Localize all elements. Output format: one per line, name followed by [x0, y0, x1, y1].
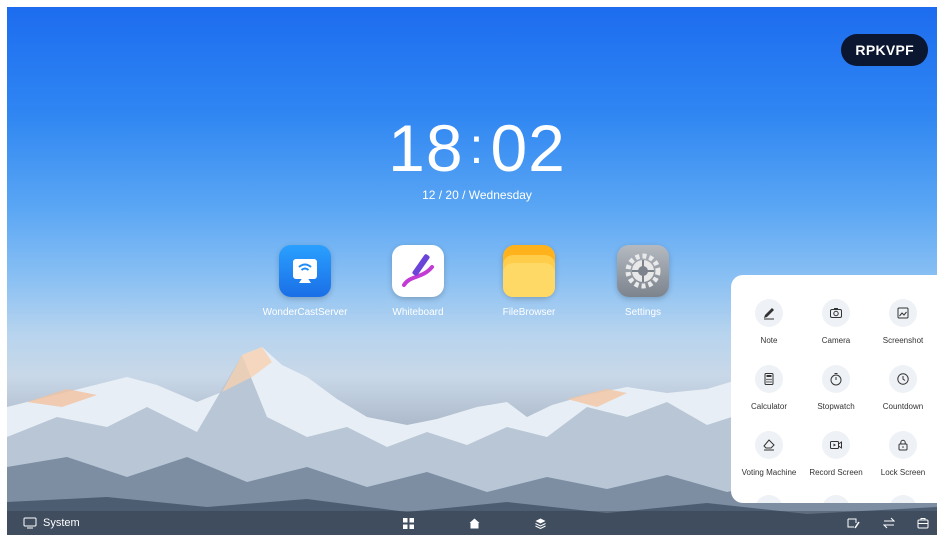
gear-icon — [617, 245, 669, 297]
stopwatch-icon — [822, 365, 850, 393]
tool-camera[interactable]: Camera — [802, 299, 870, 345]
tool-label: Record Screen — [809, 468, 863, 477]
tool-stopwatch[interactable]: Stopwatch — [802, 365, 870, 411]
tool-label: Voting Machine — [741, 468, 797, 477]
camera-icon — [822, 299, 850, 327]
tool-more-1[interactable] — [735, 495, 803, 503]
tool-more-3[interactable] — [869, 495, 937, 503]
tool-screenshot[interactable]: Screenshot — [869, 299, 937, 345]
app-settings[interactable]: Settings — [588, 245, 698, 318]
tool-label: Calculator — [750, 402, 787, 411]
app-label: Whiteboard — [392, 307, 444, 318]
tool-label: Screenshot — [882, 336, 924, 345]
app-label: Settings — [624, 307, 662, 318]
clock-hours: 18 — [388, 111, 464, 185]
home-icon[interactable] — [469, 511, 480, 535]
tool-label: Countdown — [882, 402, 924, 411]
app-filebrowser[interactable]: FileBrowser — [474, 245, 584, 318]
tool-record-screen[interactable]: Record Screen — [802, 431, 870, 477]
switch-icon[interactable] — [883, 511, 895, 535]
cast-icon — [279, 245, 331, 297]
pen-icon — [755, 299, 783, 327]
system-label: System — [43, 517, 80, 529]
screenshot-icon — [889, 299, 917, 327]
tool-note[interactable]: Note — [735, 299, 803, 345]
clock: 18:02 — [377, 115, 577, 181]
pen-icon — [392, 245, 444, 297]
tool-voting-machine[interactable]: Voting Machine — [735, 431, 803, 477]
apps-grid-icon[interactable] — [403, 511, 414, 535]
monitor-icon — [23, 517, 37, 529]
tool-icon — [822, 495, 850, 503]
toolbox-icon[interactable] — [917, 511, 929, 535]
app-wondercastserver[interactable]: WonderCastServer — [250, 245, 360, 318]
tool-icon — [889, 495, 917, 503]
lock-icon — [889, 431, 917, 459]
tool-calculator[interactable]: Calculator — [735, 365, 803, 411]
calculator-icon — [755, 365, 783, 393]
eraser-icon — [755, 431, 783, 459]
clock-minutes: 02 — [490, 111, 566, 185]
device-code-badge: RPKVPF — [841, 34, 928, 66]
folder-icon — [503, 245, 555, 297]
countdown-icon — [889, 365, 917, 393]
tools-panel: Note Camera Screenshot Calculator Stopwa… — [731, 275, 937, 503]
tool-more-2[interactable] — [802, 495, 870, 503]
annotate-icon[interactable] — [847, 511, 860, 535]
app-whiteboard[interactable]: Whiteboard — [363, 245, 473, 318]
record-icon — [822, 431, 850, 459]
tool-countdown[interactable]: Countdown — [869, 365, 937, 411]
app-label: WonderCastServer — [262, 307, 348, 318]
tool-label: Camera — [821, 336, 851, 345]
tool-label: Lock Screen — [880, 468, 926, 477]
date-label: 12 / 20 / Wednesday — [422, 188, 532, 202]
app-label: FileBrowser — [502, 307, 556, 318]
tool-icon — [755, 495, 783, 503]
tool-label: Stopwatch — [817, 402, 855, 411]
taskbar: System — [7, 511, 937, 535]
layers-icon[interactable] — [535, 511, 546, 535]
system-button[interactable]: System — [23, 511, 80, 535]
clock-separator: : — [469, 118, 485, 174]
tool-lock-screen[interactable]: Lock Screen — [869, 431, 937, 477]
desktop: RPKVPF 18:02 12 / 20 / Wednesday WonderC… — [7, 7, 937, 535]
tool-label: Note — [760, 336, 778, 345]
